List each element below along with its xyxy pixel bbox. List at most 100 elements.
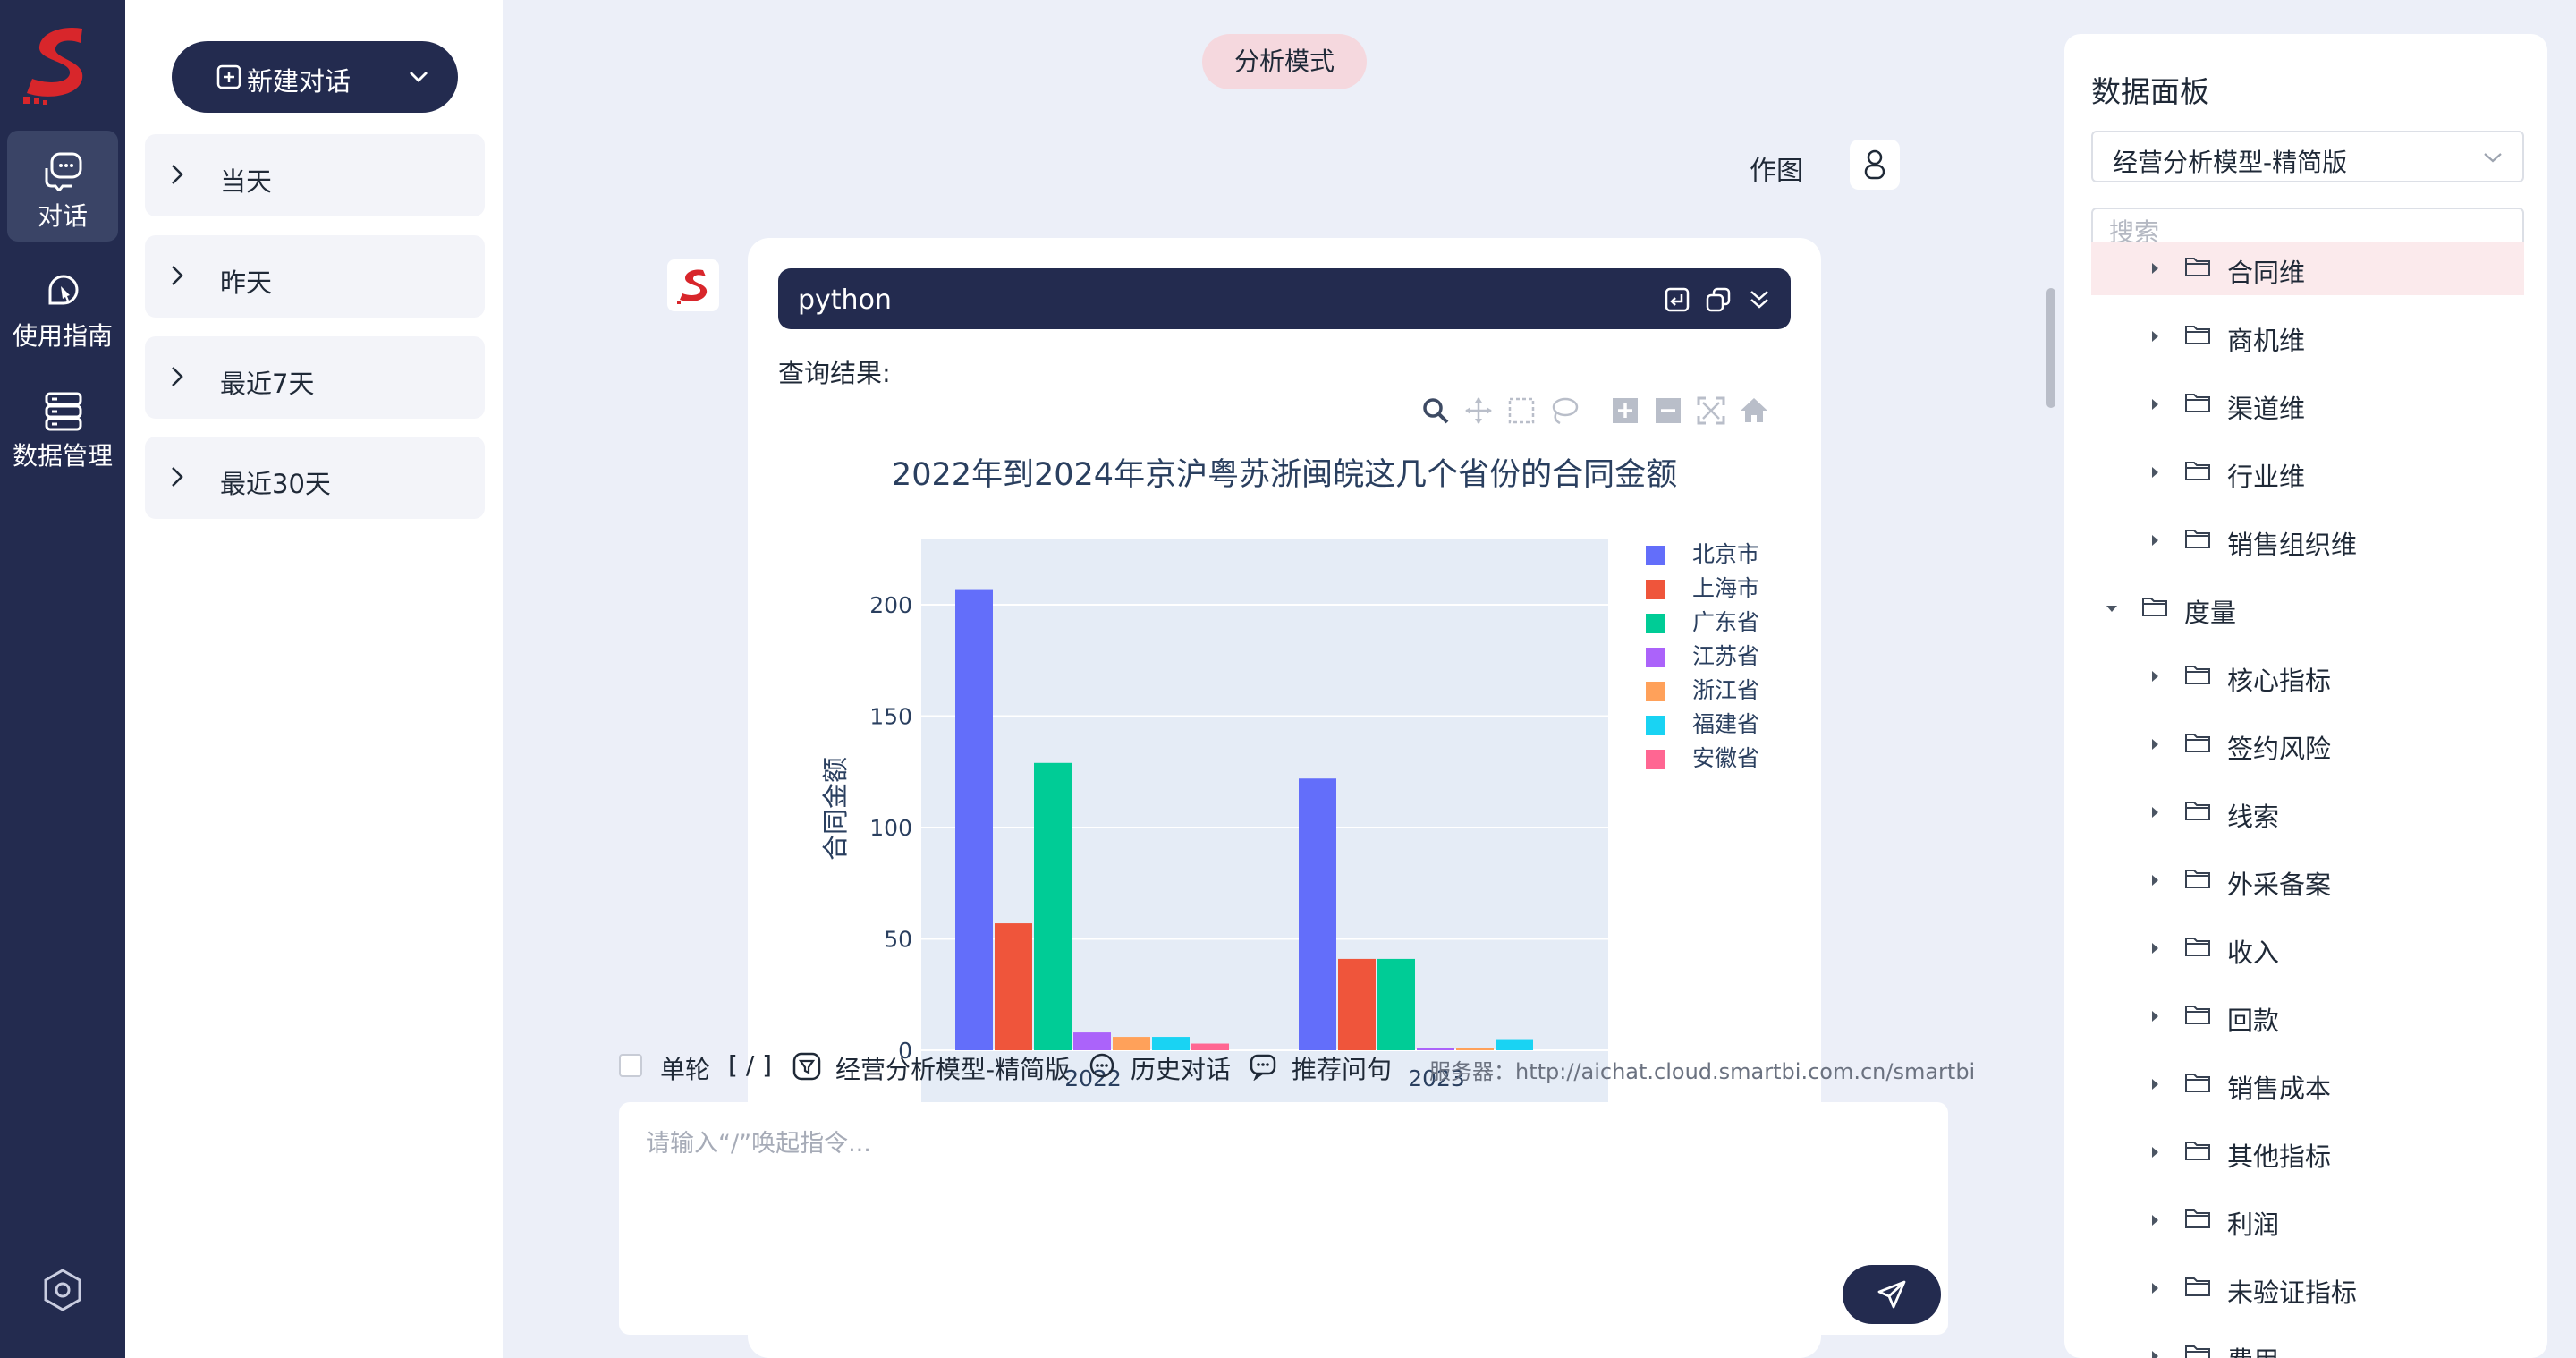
caret-right-icon[interactable] <box>2148 329 2161 344</box>
recommend-question-icon <box>1250 1054 1276 1081</box>
chat-scrollbar[interactable] <box>2046 288 2055 408</box>
history-group-today[interactable]: 当天 <box>145 134 485 216</box>
history-panel: 新建对话 当天 昨天 最近7天 最近30天 <box>125 0 503 1358</box>
chat-input[interactable] <box>619 1102 1948 1335</box>
code-block-header[interactable]: python <box>778 268 1791 329</box>
nav-item-guide[interactable]: 使用指南 <box>7 250 118 361</box>
caret-right-icon[interactable] <box>2148 669 2161 683</box>
tree-node[interactable]: 收入 <box>2091 921 2524 975</box>
tree-node[interactable]: 利润 <box>2091 1193 2524 1247</box>
new-chat-label: 新建对话 <box>247 66 352 97</box>
model-filter-icon <box>792 1052 821 1081</box>
caret-right-icon[interactable] <box>2148 1009 2161 1023</box>
legend-swatch <box>1646 716 1665 735</box>
caret-right-icon[interactable] <box>2148 1349 2161 1358</box>
y-tick-label: 100 <box>869 815 912 841</box>
recommend-question-button[interactable]: 推荐问句 <box>1292 1050 1392 1086</box>
new-chat-button[interactable]: 新建对话 <box>172 41 458 113</box>
tree-node[interactable]: 核心指标 <box>2091 649 2524 703</box>
folder-icon <box>2142 598 2167 616</box>
history-chat-icon <box>1089 1053 1114 1078</box>
tree-node-label: 利润 <box>2227 1209 2280 1240</box>
caret-right-icon[interactable] <box>2148 737 2161 751</box>
pan-icon[interactable] <box>1463 395 1494 426</box>
history-group-30days[interactable]: 最近30天 <box>145 437 485 519</box>
tree-node[interactable]: 未验证指标 <box>2091 1261 2524 1315</box>
insert-icon[interactable] <box>1664 286 1690 313</box>
query-result-label: 查询结果: <box>778 358 891 388</box>
zoom-in-icon[interactable] <box>1610 395 1640 426</box>
settings-hex-icon[interactable] <box>39 1267 86 1313</box>
zoom-icon[interactable] <box>1420 395 1451 426</box>
caret-right-icon[interactable] <box>2148 873 2161 887</box>
copy-icon[interactable] <box>1705 286 1732 313</box>
legend-swatch <box>1646 750 1665 769</box>
caret-right-icon[interactable] <box>2148 261 2161 276</box>
nav-item-data[interactable]: 数据管理 <box>7 370 118 481</box>
caret-right-icon[interactable] <box>2148 1077 2161 1091</box>
model-selector[interactable]: 经营分析模型-精简版 <box>835 1050 1070 1086</box>
tree-node-label: 线索 <box>2227 802 2280 832</box>
tree-node[interactable]: 合同维 <box>2091 242 2524 295</box>
nav-item-chat[interactable]: 对话 <box>7 131 118 242</box>
history-group-yesterday[interactable]: 昨天 <box>145 235 485 318</box>
legend-label: 北京市 <box>1692 541 1759 567</box>
tree-node-label: 行业维 <box>2227 462 2306 492</box>
caret-right-icon[interactable] <box>2148 465 2161 480</box>
folder-icon <box>2185 258 2210 276</box>
single-turn-checkbox[interactable] <box>619 1054 642 1077</box>
tree-node[interactable]: 线索 <box>2091 785 2524 839</box>
caret-down-icon[interactable] <box>2106 601 2118 615</box>
nav-rail: 对话 使用指南 数据管理 <box>0 0 125 1358</box>
user-message: 作图 <box>1750 156 1803 187</box>
folder-icon <box>2185 1277 2210 1296</box>
tree-node[interactable]: 销售成本 <box>2091 1057 2524 1111</box>
caret-right-icon[interactable] <box>2148 941 2161 955</box>
tree-node-label: 核心指标 <box>2227 666 2332 696</box>
tree-node[interactable]: 签约风险 <box>2091 717 2524 771</box>
bar <box>1299 778 1336 1050</box>
caret-right-icon[interactable] <box>2148 397 2161 412</box>
caret-right-icon[interactable] <box>2148 805 2161 819</box>
autoscale-icon[interactable] <box>1696 395 1726 426</box>
lasso-select-icon[interactable] <box>1549 395 1580 426</box>
box-select-icon[interactable] <box>1506 395 1537 426</box>
caret-right-icon[interactable] <box>2148 1213 2161 1227</box>
home-icon[interactable] <box>1739 395 1769 426</box>
caret-right-icon[interactable] <box>2148 1145 2161 1159</box>
legend-label: 上海市 <box>1692 575 1759 601</box>
collapse-double-chevron-icon[interactable] <box>1746 286 1773 313</box>
y-tick-label: 200 <box>869 592 912 618</box>
legend-label: 浙江省 <box>1692 677 1759 703</box>
send-button[interactable] <box>1843 1265 1941 1324</box>
tree-node[interactable]: 费用 <box>2091 1329 2524 1358</box>
tree-node[interactable]: 其他指标 <box>2091 1125 2524 1179</box>
caret-right-icon[interactable] <box>2148 1281 2161 1295</box>
history-group-7days[interactable]: 最近7天 <box>145 336 485 419</box>
bar <box>995 923 1032 1050</box>
history-chat-button[interactable]: 历史对话 <box>1131 1050 1231 1086</box>
caret-right-icon[interactable] <box>2148 533 2161 547</box>
folder-icon <box>2185 870 2210 888</box>
tree-node[interactable]: 回款 <box>2091 989 2524 1043</box>
analysis-mode-badge[interactable]: 分析模式 <box>1202 34 1367 89</box>
server-address: 服务器：http://aichat.cloud.smartbi.com.cn/s… <box>1429 1059 1976 1084</box>
model-select[interactable]: 经营分析模型-精简版 <box>2091 131 2524 182</box>
tree-node[interactable]: 销售组织维 <box>2091 513 2524 567</box>
send-icon <box>1877 1280 1906 1309</box>
chevron-right-icon <box>172 165 183 184</box>
tree-node[interactable]: 外采备案 <box>2091 853 2524 907</box>
tree-node[interactable]: 商机维 <box>2091 310 2524 363</box>
tree-node[interactable]: 渠道维 <box>2091 378 2524 431</box>
slash-command-hint[interactable]: [ / ] <box>728 1050 772 1080</box>
data-panel-title: 数据面板 <box>2091 74 2209 109</box>
folder-icon <box>2185 530 2210 548</box>
zoom-out-icon[interactable] <box>1653 395 1683 426</box>
folder-icon <box>2185 1142 2210 1160</box>
tree-node[interactable]: 度量 <box>2091 581 2524 635</box>
tree-node-label: 渠道维 <box>2227 394 2306 424</box>
y-tick-label: 50 <box>884 927 912 953</box>
tree-node[interactable]: 行业维 <box>2091 446 2524 499</box>
chat-input-box[interactable] <box>619 1102 1948 1335</box>
chevron-down-icon[interactable] <box>408 68 429 86</box>
